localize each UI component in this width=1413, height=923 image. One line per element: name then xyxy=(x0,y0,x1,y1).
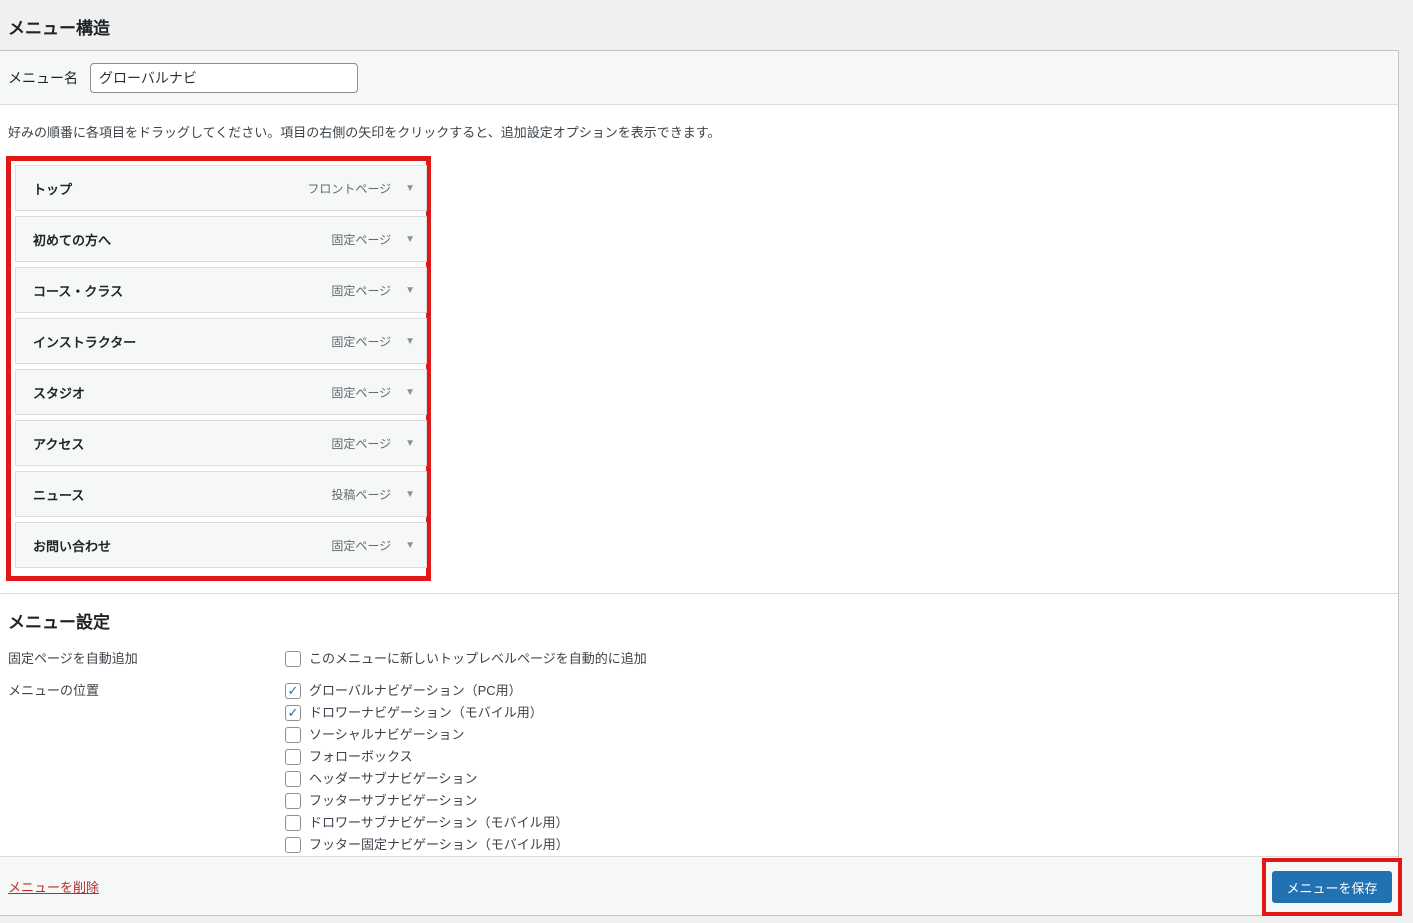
checkbox-icon[interactable] xyxy=(285,771,301,787)
location-option-label: ヘッダーサブナビゲーション xyxy=(309,771,478,786)
location-option-global-nav[interactable]: ✓ グローバルナビゲーション（PC用） xyxy=(285,680,569,702)
auto-add-row: 固定ページを自動追加 このメニューに新しいトップレベルページを自動的に追加 xyxy=(0,648,1398,670)
menu-location-options: ✓ グローバルナビゲーション（PC用） ✓ ドロワーナビゲーション（モバイル用）… xyxy=(285,680,569,856)
chevron-down-icon[interactable]: ▼ xyxy=(405,489,415,500)
location-option-label: ドロワーサブナビゲーション（モバイル用） xyxy=(309,815,569,830)
menu-item-meta: 固定ページ ▼ xyxy=(331,537,415,554)
menu-item[interactable]: コース・クラス 固定ページ ▼ xyxy=(15,267,427,313)
menu-item-label: ニュース xyxy=(33,487,85,503)
menu-location-row: メニューの位置 ✓ グローバルナビゲーション（PC用） ✓ ドロワーナビゲーショ… xyxy=(0,680,1398,856)
location-option-drawer-sub-nav[interactable]: ドロワーサブナビゲーション（モバイル用） xyxy=(285,812,569,834)
checkbox-icon[interactable] xyxy=(285,749,301,765)
menu-item-meta: 固定ページ ▼ xyxy=(331,333,415,350)
menu-item-label: お問い合わせ xyxy=(33,538,112,554)
menu-items-red-annotation: トップ フロントページ ▼ 初めての方へ 固定ページ ▼ コース・クラス 固定ペ… xyxy=(6,156,431,581)
location-option-label: フッターサブナビゲーション xyxy=(309,793,478,808)
auto-add-field: このメニューに新しいトップレベルページを自動的に追加 xyxy=(285,648,647,670)
menu-item[interactable]: お問い合わせ 固定ページ ▼ xyxy=(15,522,427,568)
menu-item-meta: 固定ページ ▼ xyxy=(331,384,415,401)
menu-structure-body: 好みの順番に各項目をドラッグしてください。項目の右側の矢印をクリックすると、追加… xyxy=(0,105,1398,856)
location-option-label: グローバルナビゲーション（PC用） xyxy=(309,683,522,698)
menu-name-row: メニュー名 xyxy=(0,51,1398,105)
chevron-down-icon[interactable]: ▼ xyxy=(405,438,415,449)
checkbox-icon[interactable] xyxy=(285,837,301,853)
location-option-drawer-nav[interactable]: ✓ ドロワーナビゲーション（モバイル用） xyxy=(285,702,569,724)
menu-item-meta: 固定ページ ▼ xyxy=(331,435,415,452)
location-option-label: ドロワーナビゲーション（モバイル用） xyxy=(309,705,543,720)
menu-item-label: インストラクター xyxy=(33,334,137,350)
checkbox-icon[interactable] xyxy=(285,793,301,809)
section-divider xyxy=(0,593,1398,594)
menu-item-label: 初めての方へ xyxy=(33,232,112,248)
chevron-down-icon[interactable]: ▼ xyxy=(405,285,415,296)
menu-item-label: コース・クラス xyxy=(33,283,124,299)
checkbox-icon[interactable] xyxy=(285,727,301,743)
menu-item-type: 固定ページ xyxy=(331,232,392,247)
menu-item-type: 投稿ページ xyxy=(331,487,392,502)
location-option-label: ソーシャルナビゲーション xyxy=(309,727,465,742)
menu-item-meta: 固定ページ ▼ xyxy=(331,231,415,248)
chevron-down-icon[interactable]: ▼ xyxy=(405,336,415,347)
menu-location-label: メニューの位置 xyxy=(8,683,100,698)
auto-add-option[interactable]: このメニューに新しいトップレベルページを自動的に追加 xyxy=(285,648,647,670)
menu-item-type: 固定ページ xyxy=(331,334,392,349)
checkbox-icon[interactable]: ✓ xyxy=(285,705,301,721)
auto-add-label: 固定ページを自動追加 xyxy=(8,651,138,666)
menu-item-type: フロントページ xyxy=(307,181,392,196)
auto-add-option-label: このメニューに新しいトップレベルページを自動的に追加 xyxy=(309,651,647,666)
menu-editor-page: メニュー構造 メニュー名 好みの順番に各項目をドラッグしてください。項目の右側の… xyxy=(0,0,1413,923)
save-button-red-annotation: メニューを保存 xyxy=(1262,858,1402,916)
menu-name-label: メニュー名 xyxy=(8,69,78,86)
menu-item[interactable]: トップ フロントページ ▼ xyxy=(15,165,427,211)
page-title: メニュー構造 xyxy=(8,19,110,38)
location-option-follow-box[interactable]: フォローボックス xyxy=(285,746,569,768)
menu-item-type: 固定ページ xyxy=(331,436,392,451)
menu-item-label: トップ xyxy=(33,181,73,197)
menu-footer-bar: メニューを削除 xyxy=(0,856,1398,915)
menu-settings-heading: メニュー設定 xyxy=(8,613,110,632)
location-option-label: フッター固定ナビゲーション（モバイル用） xyxy=(309,837,569,852)
menu-item-meta: フロントページ ▼ xyxy=(307,180,415,197)
menu-item[interactable]: 初めての方へ 固定ページ ▼ xyxy=(15,216,427,262)
menu-item[interactable]: ニュース 投稿ページ ▼ xyxy=(15,471,427,517)
menu-item[interactable]: スタジオ 固定ページ ▼ xyxy=(15,369,427,415)
save-menu-button[interactable]: メニューを保存 xyxy=(1272,871,1392,903)
location-option-footer-sub-nav[interactable]: フッターサブナビゲーション xyxy=(285,790,569,812)
location-option-footer-fixed-nav[interactable]: フッター固定ナビゲーション（モバイル用） xyxy=(285,834,569,856)
menu-item-label: アクセス xyxy=(33,436,85,452)
menu-item-type: 固定ページ xyxy=(331,538,392,553)
menu-item-type: 固定ページ xyxy=(331,385,392,400)
location-option-social-nav[interactable]: ソーシャルナビゲーション xyxy=(285,724,569,746)
drag-instruction: 好みの順番に各項目をドラッグしてください。項目の右側の矢印をクリックすると、追加… xyxy=(8,125,721,140)
chevron-down-icon[interactable]: ▼ xyxy=(405,387,415,398)
chevron-down-icon[interactable]: ▼ xyxy=(405,183,415,194)
checkbox-icon[interactable]: ✓ xyxy=(285,683,301,699)
checkbox-icon[interactable] xyxy=(285,815,301,831)
location-option-label: フォローボックス xyxy=(309,749,413,764)
delete-menu-link[interactable]: メニューを削除 xyxy=(8,877,99,896)
menu-item-meta: 投稿ページ ▼ xyxy=(331,486,415,503)
menu-edit-panel: メニュー名 好みの順番に各項目をドラッグしてください。項目の右側の矢印をクリック… xyxy=(0,50,1399,916)
chevron-down-icon[interactable]: ▼ xyxy=(405,540,415,551)
checkbox-icon[interactable] xyxy=(285,651,301,667)
menu-item[interactable]: アクセス 固定ページ ▼ xyxy=(15,420,427,466)
menu-item[interactable]: インストラクター 固定ページ ▼ xyxy=(15,318,427,364)
menu-name-input[interactable] xyxy=(90,62,358,93)
chevron-down-icon[interactable]: ▼ xyxy=(405,234,415,245)
menu-item-meta: 固定ページ ▼ xyxy=(331,282,415,299)
location-option-header-sub-nav[interactable]: ヘッダーサブナビゲーション xyxy=(285,768,569,790)
menu-item-type: 固定ページ xyxy=(331,283,392,298)
menu-item-label: スタジオ xyxy=(33,385,86,401)
